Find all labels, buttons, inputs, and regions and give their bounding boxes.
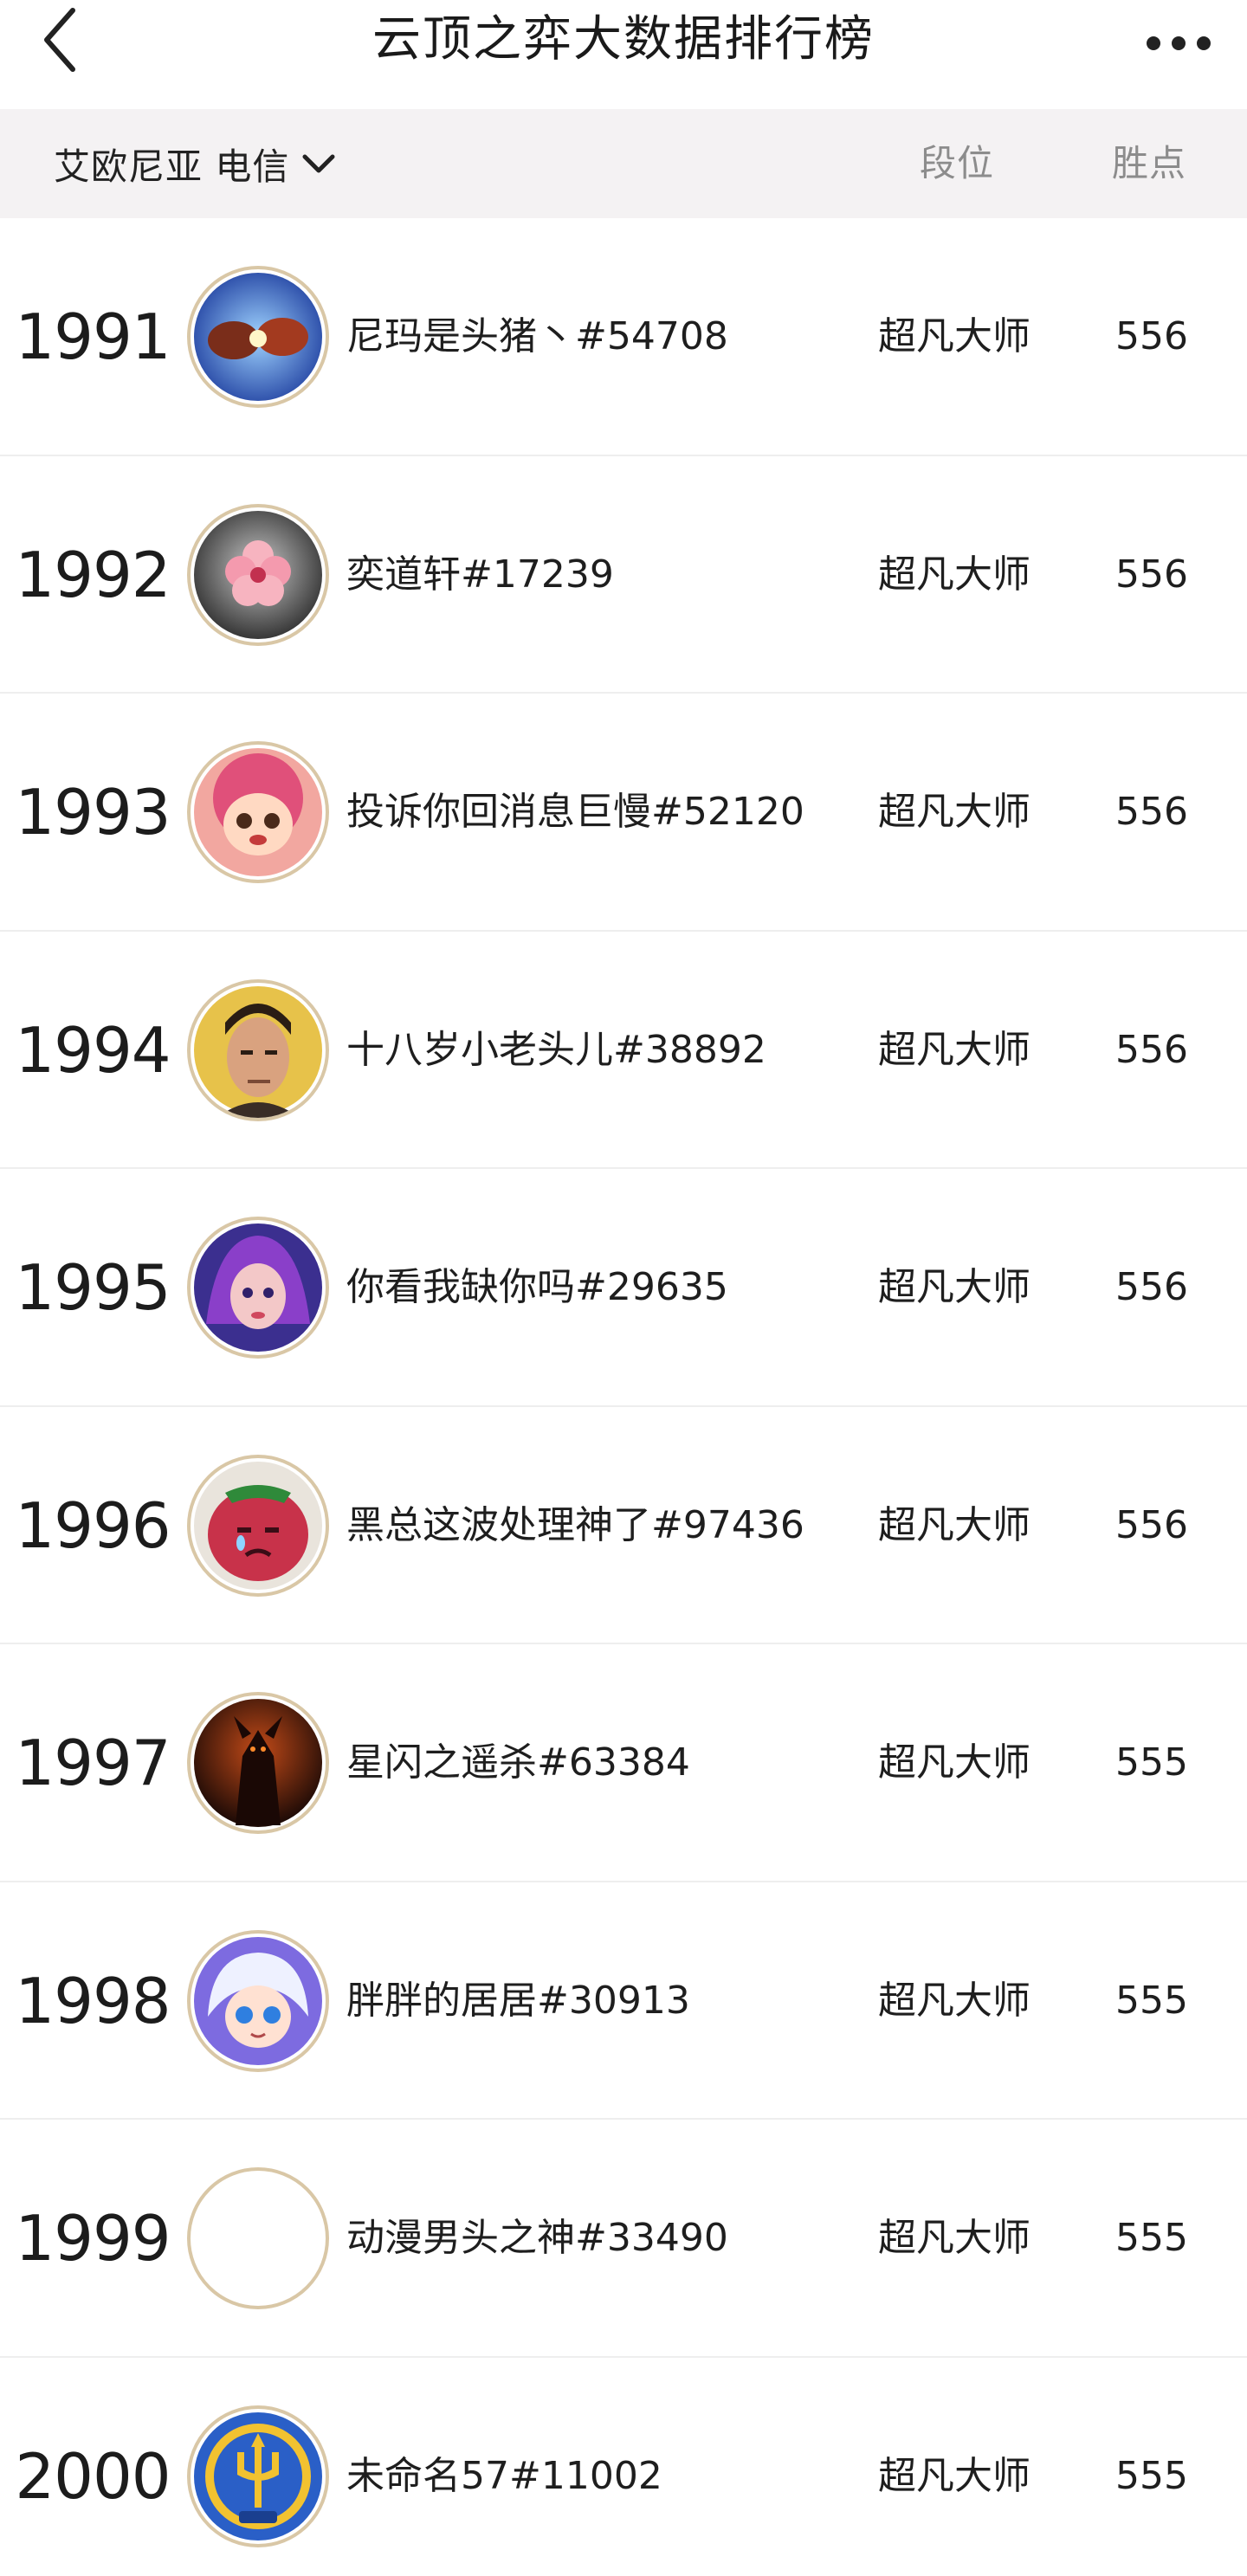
- more-button[interactable]: [1140, 10, 1218, 71]
- rank-number: 1992: [15, 538, 171, 611]
- player-tier: 超凡大师: [878, 552, 1031, 597]
- player-name: 动漫男头之神#33490: [346, 2216, 728, 2260]
- empty-avatar: [187, 2167, 329, 2309]
- player-tier: 超凡大师: [878, 1978, 1031, 2023]
- white-hair-chibi-avatar: [187, 1929, 329, 2072]
- leaderboard-row[interactable]: 1992 奕道轩#17239 超凡大师 556: [0, 456, 1247, 694]
- player-name: 十八岁小老头儿#38892: [346, 1027, 766, 1072]
- leaderboard-row[interactable]: 1999 动漫男头之神#33490 超凡大师 555: [0, 2120, 1247, 2358]
- player-tier: 超凡大师: [878, 2453, 1031, 2498]
- leaderboard-row[interactable]: 1991 尼玛是头猪丶#54708 超凡大师 556: [0, 218, 1247, 456]
- player-tier: 超凡大师: [878, 314, 1031, 358]
- chevron-down-icon: [302, 154, 335, 173]
- filter-bar: 艾欧尼亚 电信 段位 胜点: [0, 109, 1247, 218]
- player-points: 555: [1115, 2216, 1188, 2260]
- pink-hair-girl-avatar: [187, 741, 329, 883]
- player-name: 未命名57#11002: [346, 2453, 662, 2498]
- dark-warrior-avatar-art: [194, 1699, 322, 1827]
- player-name: 星闪之遥杀#63384: [346, 1740, 690, 1785]
- man-portrait-avatar-art: [194, 985, 322, 1118]
- leaderboard-row[interactable]: 2000 未命名57#11002 超凡大师 555: [0, 2358, 1247, 2576]
- player-points: 556: [1115, 1502, 1188, 1547]
- leaderboard-row[interactable]: 1996 黑总这波处理神了#97436 超凡大师 556: [0, 1407, 1247, 1644]
- crying-tomato-avatar-art: [194, 1461, 322, 1590]
- rank-number: 1999: [15, 2202, 171, 2275]
- white-hair-chibi-avatar-art: [194, 1936, 322, 2065]
- player-name: 奕道轩#17239: [346, 552, 614, 597]
- player-points: 556: [1115, 552, 1188, 597]
- rank-number: 1997: [15, 1727, 171, 1799]
- crying-tomato-avatar: [187, 1454, 329, 1597]
- player-tier: 超凡大师: [878, 1740, 1031, 1785]
- top-nav-bar: 云顶之弈大数据排行榜: [0, 0, 1247, 78]
- dark-warrior-avatar: [187, 1692, 329, 1834]
- trident-emblem-avatar: [187, 2405, 329, 2547]
- leaderboard-row[interactable]: 1995 你看我缺你吗#29635 超凡大师 556: [0, 1169, 1247, 1407]
- server-dropdown[interactable]: 艾欧尼亚 电信: [54, 109, 338, 218]
- pink-hair-girl-avatar-art: [194, 748, 322, 876]
- leaderboard-row[interactable]: 1993 投诉你回消息巨慢#52120 超凡大师 556: [0, 694, 1247, 932]
- player-tier: 超凡大师: [878, 1502, 1031, 1547]
- purple-hair-girl-avatar: [187, 1217, 329, 1359]
- player-points: 555: [1115, 1978, 1188, 2023]
- player-name: 你看我缺你吗#29635: [346, 1265, 728, 1309]
- server-label: 艾欧尼亚 电信: [54, 145, 290, 188]
- rank-number: 1998: [15, 1964, 171, 2037]
- flower-avatar-art: [194, 510, 322, 639]
- player-points: 556: [1115, 1265, 1188, 1309]
- leaderboard-list: 1991 尼玛是头猪丶#54708 超凡大师 556 1992 奕道轩#1723…: [0, 218, 1247, 2576]
- player-name: 黑总这波处理神了#97436: [346, 1502, 804, 1547]
- rank-number: 1995: [15, 1251, 171, 1324]
- player-tier: 超凡大师: [878, 1027, 1031, 1072]
- page-title: 云顶之弈大数据排行榜: [372, 11, 875, 68]
- player-points: 555: [1115, 1740, 1188, 1785]
- rank-number: 1994: [15, 1013, 171, 1087]
- rank-number: 2000: [15, 2439, 171, 2513]
- player-tier: 超凡大师: [878, 2216, 1031, 2260]
- column-header-points: 胜点: [1112, 142, 1187, 184]
- player-points: 556: [1115, 314, 1188, 358]
- rank-number: 1996: [15, 1488, 171, 1562]
- player-name: 胖胖的居居#30913: [346, 1978, 690, 2023]
- fist-bump-avatar-art: [194, 273, 322, 401]
- man-portrait-avatar: [187, 978, 329, 1121]
- leaderboard-row[interactable]: 1994 十八岁小老头儿#38892 超凡大师 556: [0, 932, 1247, 1169]
- rank-number: 1993: [15, 776, 171, 849]
- purple-hair-girl-avatar-art: [194, 1223, 322, 1352]
- player-name: 尼玛是头猪丶#54708: [346, 314, 728, 358]
- rank-number: 1991: [15, 300, 171, 373]
- player-points: 555: [1115, 2453, 1188, 2498]
- more-dots-icon: [1147, 36, 1211, 50]
- player-points: 556: [1115, 1027, 1188, 1072]
- column-header-tier: 段位: [920, 142, 995, 184]
- trident-emblem-avatar-art: [194, 2411, 322, 2540]
- leaderboard-row[interactable]: 1997 星闪之遥杀#63384 超凡大师 555: [0, 1644, 1247, 1882]
- flower-avatar: [187, 503, 329, 646]
- player-name: 投诉你回消息巨慢#52120: [346, 790, 804, 834]
- leaderboard-row[interactable]: 1998 胖胖的居居#30913 超凡大师 555: [0, 1882, 1247, 2120]
- player-points: 556: [1115, 790, 1188, 834]
- player-tier: 超凡大师: [878, 1265, 1031, 1309]
- player-tier: 超凡大师: [878, 790, 1031, 834]
- fist-bump-avatar: [187, 266, 329, 408]
